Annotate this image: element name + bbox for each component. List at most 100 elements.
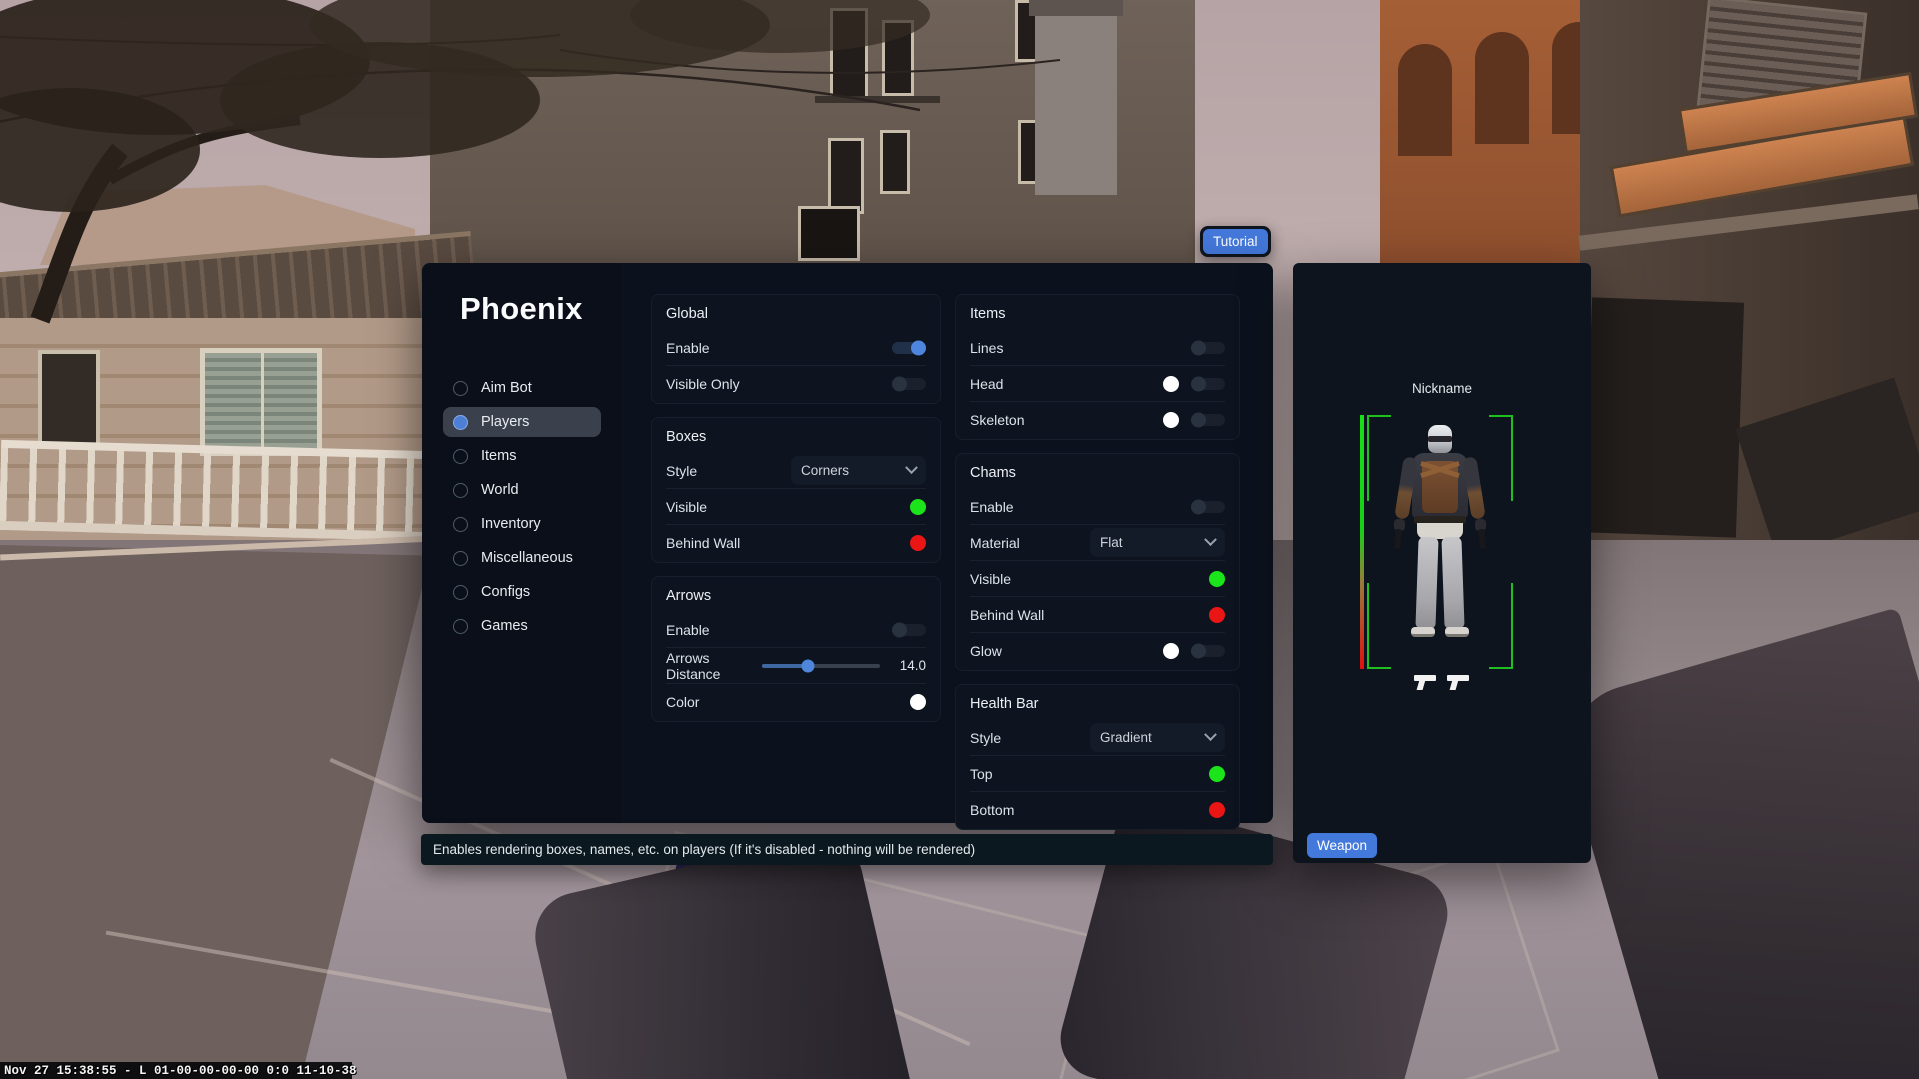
boxes-style-dropdown[interactable]: Corners [791,456,926,485]
setting-row-behind-wall: Behind Wall [666,524,926,560]
behind-wall-color-swatch[interactable] [910,535,926,551]
setting-label: Behind Wall [970,607,1209,623]
radio-icon [453,381,468,396]
player-model-pistol [1394,529,1401,549]
glow-toggle[interactable] [1191,645,1225,657]
setting-label: Lines [970,340,1191,356]
sidebar-item-label: Miscellaneous [481,550,573,566]
material-dropdown[interactable]: Flat [1090,528,1225,557]
box-corner [1367,583,1391,669]
toggle-knob [1191,643,1206,658]
nav-list: Aim Bot Players Items World Inventory [422,373,621,641]
toggle-knob [1191,499,1206,514]
enable-toggle[interactable] [892,342,926,354]
setting-row-enable: Enable [666,612,926,647]
pistol-grip [1450,680,1459,690]
setting-label: Enable [970,499,1191,515]
setting-label: Style [970,730,1090,746]
chams-visible-color-swatch[interactable] [1209,571,1225,587]
timestamp-watermark: Nov 27 15:38:55 - L 01-00-00-00-00 0:0 1… [0,1062,352,1079]
visible-color-swatch[interactable] [910,499,926,515]
player-model-leg [1415,537,1438,630]
setting-row-material: Material Flat [970,524,1225,560]
setting-row-visible: Visible [666,488,926,524]
sidebar-item-label: Players [481,414,529,430]
menu-panel: Phoenix Aim Bot Players Items World [422,263,1273,823]
section-title: Arrows [666,579,926,612]
setting-row-color: Color [666,683,926,719]
tooltip-bar: Enables rendering boxes, names, etc. on … [421,834,1273,865]
sidebar-item-configs[interactable]: Configs [443,577,601,607]
chams-behind-wall-color-swatch[interactable] [1209,607,1225,623]
setting-label: Material [970,535,1090,551]
head-color-swatch[interactable] [1163,376,1179,392]
toggle-knob [911,340,926,355]
setting-row-style: Style Corners [666,453,926,488]
white-railing [0,446,466,542]
setting-row-bottom: Bottom [970,791,1225,827]
window [38,350,100,448]
setting-row-enable: Enable [970,489,1225,524]
section-items: Items Lines Head Skeleton [955,294,1240,440]
player-preview-panel: Nickname [1293,263,1591,863]
sidebar-item-label: World [481,482,519,498]
tutorial-button[interactable]: Tutorial [1203,229,1268,254]
arrows-color-swatch[interactable] [910,694,926,710]
sidebar: Phoenix Aim Bot Players Items World [422,263,621,823]
sidebar-item-aim-bot[interactable]: Aim Bot [443,373,601,403]
arrows-enable-toggle[interactable] [892,624,926,636]
slider-knob[interactable] [802,659,815,672]
setting-label: Bottom [970,802,1209,818]
visible-only-toggle[interactable] [892,378,926,390]
section-title: Boxes [666,420,926,453]
setting-label: Top [970,766,1209,782]
shuttered-window [200,348,322,456]
health-gradient-bar [1360,415,1364,669]
radio-icon [453,449,468,464]
setting-label: Enable [666,622,892,638]
setting-label: Visible [970,571,1209,587]
chams-enable-toggle[interactable] [1191,501,1225,513]
toggle-knob [1191,340,1206,355]
lines-toggle[interactable] [1191,342,1225,354]
section-title: Items [970,297,1225,330]
head-toggle[interactable] [1191,378,1225,390]
pistol-icon [1447,673,1471,690]
arrows-distance-slider[interactable] [762,664,880,668]
tutorial-chip: Tutorial [1200,226,1271,257]
section-boxes: Boxes Style Corners Visible Behind Wall [651,417,941,563]
player-model-leg [1441,537,1464,630]
health-bar-style-dropdown[interactable]: Gradient [1090,723,1225,752]
weapon-icons [1414,673,1471,690]
sidebar-item-games[interactable]: Games [443,611,601,641]
box-corner [1489,583,1513,669]
chevron-down-icon [905,461,918,474]
setting-row-style: Style Gradient [970,720,1225,755]
toggle-knob [1191,412,1206,427]
toggle-knob [892,622,907,637]
section-health-bar: Health Bar Style Gradient Top Bottom [955,684,1240,830]
doorway [1584,297,1744,537]
glow-color-swatch[interactable] [1163,643,1179,659]
player-model-shoe [1411,627,1435,637]
sidebar-item-players[interactable]: Players [443,407,601,437]
sidebar-item-miscellaneous[interactable]: Miscellaneous [443,543,601,573]
sidebar-item-world[interactable]: World [443,475,601,505]
setting-row-visible: Visible [970,560,1225,596]
skeleton-toggle[interactable] [1191,414,1225,426]
weapon-button[interactable]: Weapon [1307,833,1377,858]
skeleton-color-swatch[interactable] [1163,412,1179,428]
dropdown-value: Corners [801,463,849,478]
sidebar-item-label: Aim Bot [481,380,532,396]
sidebar-item-items[interactable]: Items [443,441,601,471]
sidebar-item-inventory[interactable]: Inventory [443,509,601,539]
setting-label: Style [666,463,791,479]
health-top-color-swatch[interactable] [1209,766,1225,782]
radio-icon [453,415,468,430]
player-model-mask-eyes [1428,436,1452,442]
health-bottom-color-swatch[interactable] [1209,802,1225,818]
nickname-label: Nickname [1293,381,1591,396]
player-model-pistol [1478,529,1485,549]
column-right: Items Lines Head Skeleton [955,294,1240,843]
setting-row-skeleton: Skeleton [970,401,1225,437]
